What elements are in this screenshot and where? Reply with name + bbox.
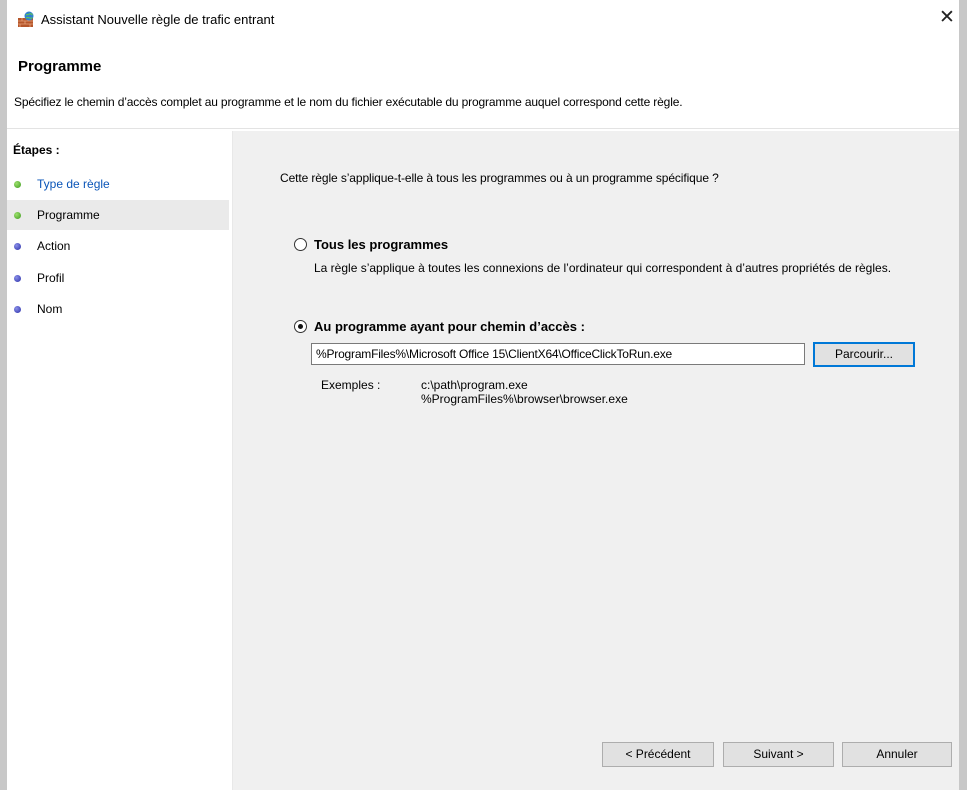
close-icon: ✕ xyxy=(939,7,955,28)
wizard-window: Assistant Nouvelle règle de trafic entra… xyxy=(7,0,959,790)
main-panel: Cette règle s’applique-t-elle à tous les… xyxy=(233,131,959,790)
all-programs-radio[interactable] xyxy=(294,238,307,251)
page-title: Programme xyxy=(18,58,102,75)
program-path-radio[interactable] xyxy=(294,320,307,333)
step-label: Type de règle xyxy=(37,177,110,191)
step-status-dot-icon xyxy=(14,243,21,250)
title-bar: Assistant Nouvelle règle de trafic entra… xyxy=(7,0,959,36)
examples-values: c:\path\program.exe %ProgramFiles%\brows… xyxy=(421,378,628,406)
window-frame-right xyxy=(959,0,967,790)
step-label: Nom xyxy=(37,302,63,316)
cancel-button[interactable]: Annuler xyxy=(842,742,952,767)
program-path-input[interactable]: %ProgramFiles%\Microsoft Office 15\Clien… xyxy=(311,343,805,365)
step-type-de-regle[interactable]: Type de règle xyxy=(7,169,229,199)
steps-panel: Étapes : Type de règle Programme Action … xyxy=(7,131,231,790)
step-status-dot-icon xyxy=(14,212,21,219)
example-line: %ProgramFiles%\browser\browser.exe xyxy=(421,392,628,406)
examples-label: Exemples : xyxy=(321,378,381,392)
page-description: Spécifiez le chemin d’accès complet au p… xyxy=(14,95,683,109)
step-status-dot-icon xyxy=(14,275,21,282)
firewall-icon xyxy=(18,11,34,27)
step-label: Profil xyxy=(37,271,65,285)
step-label: Programme xyxy=(37,208,100,222)
all-programs-description: La règle s’applique à toutes les connexi… xyxy=(314,261,892,275)
next-button[interactable]: Suivant > xyxy=(723,742,834,767)
step-nom: Nom xyxy=(7,294,229,324)
steps-header: Étapes : xyxy=(13,143,60,157)
step-action: Action xyxy=(7,231,229,261)
window-frame-left xyxy=(0,0,7,790)
all-programs-label[interactable]: Tous les programmes xyxy=(314,237,448,252)
header-divider xyxy=(7,128,959,129)
program-path-label[interactable]: Au programme ayant pour chemin d’accès : xyxy=(314,319,585,334)
step-profil: Profil xyxy=(7,263,229,293)
example-line: c:\path\program.exe xyxy=(421,378,528,392)
back-button[interactable]: < Précédent xyxy=(602,742,714,767)
browse-button[interactable]: Parcourir... xyxy=(813,342,915,367)
step-status-dot-icon xyxy=(14,306,21,313)
rule-question: Cette règle s’applique-t-elle à tous les… xyxy=(280,171,719,185)
step-label: Action xyxy=(37,239,71,253)
window-title: Assistant Nouvelle règle de trafic entra… xyxy=(41,12,275,27)
close-button[interactable]: ✕ xyxy=(935,5,959,31)
step-status-dot-icon xyxy=(14,181,21,188)
step-programme[interactable]: Programme xyxy=(7,200,229,230)
